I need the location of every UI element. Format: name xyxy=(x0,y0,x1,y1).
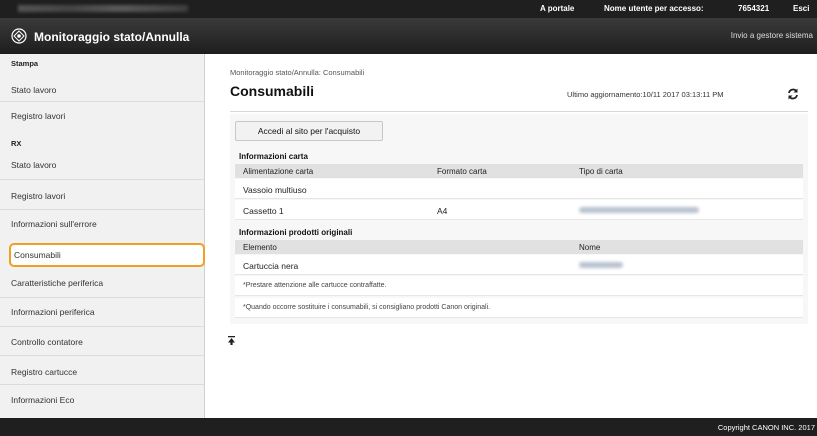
column-header: Tipo di carta xyxy=(579,167,623,176)
blurred-paper-type xyxy=(579,207,699,213)
sidebar-item-informazioni-periferica[interactable]: Informazioni periferica xyxy=(11,300,203,324)
table-row: Vassoio multiuso xyxy=(235,179,803,199)
column-header: Nome xyxy=(579,243,601,252)
sidebar-item-rx-stato-lavoro[interactable]: Stato lavoro xyxy=(11,153,203,177)
user-id: 7654321 xyxy=(738,4,770,13)
column-header: Alimentazione carta xyxy=(243,167,314,176)
last-update-text: Ultimo aggiornamento:10/11 2017 03:13:11… xyxy=(567,90,724,99)
send-to-admin-link[interactable]: Invio a gestore sistema xyxy=(731,31,813,40)
note-row: *Prestare attenzione alle cartucce contr… xyxy=(235,276,803,296)
logout-link[interactable]: Esci xyxy=(793,4,809,13)
sidebar-item-stampa-registro-lavori[interactable]: Registro lavori xyxy=(11,104,203,128)
sidebar-item-stampa-stato-lavoro[interactable]: Stato lavoro xyxy=(11,78,203,102)
main-content: Monitoraggio stato/Annulla: Consumabili … xyxy=(205,54,817,418)
title-bar: Monitoraggio stato/Annulla Invio a gesto… xyxy=(0,18,817,54)
originals-table-header: Elemento Nome xyxy=(235,240,803,254)
note-row: *Quando occorre sostituire i consumabili… xyxy=(235,298,803,318)
sidebar-item-caratteristiche-periferica[interactable]: Caratteristiche periferica xyxy=(11,271,203,295)
note-text: *Prestare attenzione alle cartucce contr… xyxy=(243,282,387,289)
blurred-item-name xyxy=(579,262,623,268)
note-text: *Quando occorre sostituire i consumabili… xyxy=(243,304,491,311)
paper-table-header: Alimentazione carta Formato carta Tipo d… xyxy=(235,164,803,178)
sidebar-item-rx-registro-lavori[interactable]: Registro lavori xyxy=(11,184,203,208)
back-to-top-icon[interactable] xyxy=(228,336,235,345)
sidebar-section-stampa: Stampa xyxy=(11,59,39,68)
page-title: Consumabili xyxy=(230,83,315,99)
app-title: Monitoraggio stato/Annulla xyxy=(34,30,190,44)
sidebar-item-controllo-contatore[interactable]: Controllo contatore xyxy=(11,330,203,354)
paper-info-heading: Informazioni carta xyxy=(239,152,308,161)
footer: Copyright CANON INC. 2017 xyxy=(0,418,817,436)
item-cell: Cartuccia nera xyxy=(243,261,299,271)
sidebar-item-consumabili[interactable]: Consumabili xyxy=(9,243,205,267)
user-label: Nome utente per accesso: xyxy=(604,4,704,13)
table-row: Cartuccia nera xyxy=(235,255,803,275)
refresh-icon[interactable] xyxy=(786,87,800,101)
paper-size-cell: A4 xyxy=(437,206,448,216)
status-monitor-icon xyxy=(11,28,27,44)
column-header: Formato carta xyxy=(437,167,487,176)
portal-link[interactable]: A portale xyxy=(540,4,574,13)
paper-source-cell: Vassoio multiuso xyxy=(243,185,307,195)
sidebar-item-informazioni-eco[interactable]: Informazioni Eco xyxy=(11,388,203,412)
breadcrumb: Monitoraggio stato/Annulla: Consumabili xyxy=(230,68,365,77)
column-header: Elemento xyxy=(243,243,277,252)
top-bar: A portale Nome utente per accesso: 76543… xyxy=(0,0,817,18)
originals-info-heading: Informazioni prodotti originali xyxy=(239,228,353,237)
sidebar-section-rx: RX xyxy=(11,139,22,148)
buy-site-button[interactable]: Accedi al sito per l'acquisto xyxy=(235,121,383,141)
title-divider xyxy=(230,111,808,112)
sidebar-item-informazioni-errore[interactable]: Informazioni sull'errore xyxy=(11,212,203,236)
copyright-text: Copyright CANON INC. 2017 xyxy=(717,423,815,432)
blurred-device-name xyxy=(18,5,188,12)
table-row: Cassetto 1 A4 xyxy=(235,200,803,220)
paper-source-cell: Cassetto 1 xyxy=(243,206,284,216)
sidebar-item-registro-cartucce[interactable]: Registro cartucce xyxy=(11,360,203,384)
sidebar: Stampa Stato lavoro Registro lavori RX S… xyxy=(0,54,205,418)
